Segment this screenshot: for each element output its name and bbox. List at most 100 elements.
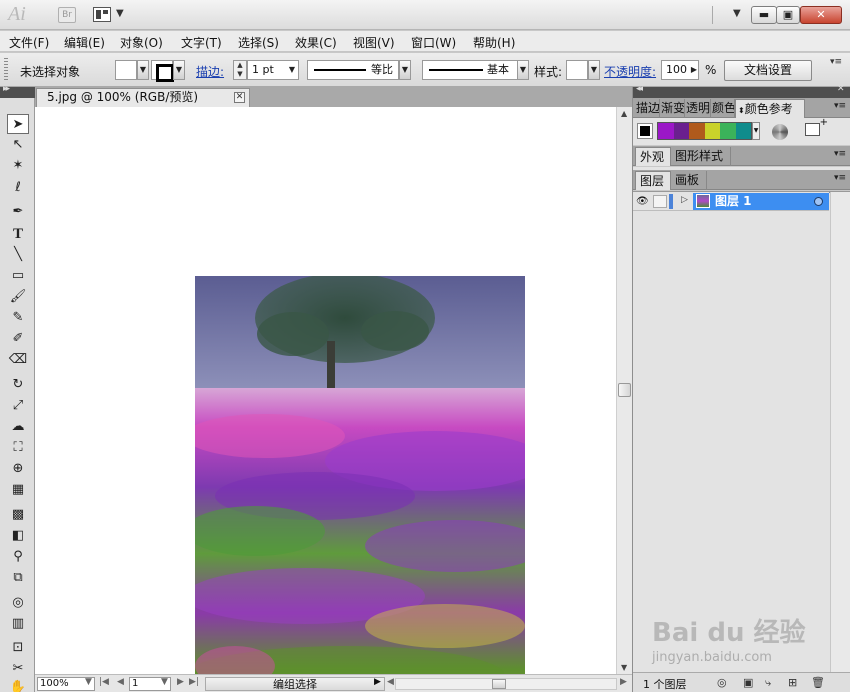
- save-color-group-icon[interactable]: [805, 117, 828, 136]
- tab-layers[interactable]: 图层: [635, 171, 671, 190]
- panel-menu-icon[interactable]: ▾≡: [834, 173, 846, 183]
- harmony-swatches[interactable]: [657, 122, 752, 140]
- menu-select[interactable]: 选择(S): [238, 34, 279, 51]
- minimize-button[interactable]: ▬: [751, 6, 777, 24]
- next-artboard-icon[interactable]: ▶: [177, 677, 184, 687]
- tab-artboards[interactable]: 画板: [671, 171, 707, 190]
- menu-view[interactable]: 视图(V): [353, 34, 395, 51]
- arrange-documents-icon[interactable]: [93, 7, 111, 22]
- panel-menu-icon[interactable]: ▾≡: [834, 101, 846, 111]
- menu-object[interactable]: 对象(O): [120, 34, 163, 51]
- locate-object-icon[interactable]: ◎: [717, 676, 727, 689]
- swatch[interactable]: [704, 123, 720, 139]
- delete-layer-icon[interactable]: 🗑: [811, 676, 825, 689]
- graphic-style-swatch[interactable]: [566, 60, 588, 80]
- menu-window[interactable]: 窗口(W): [411, 34, 456, 51]
- close-panel-icon[interactable]: ✕: [837, 84, 844, 94]
- tab-stroke[interactable]: 描边: [635, 99, 660, 118]
- gradient-tool-icon[interactable]: ◧: [7, 526, 29, 546]
- variable-width-profile[interactable]: 等比: [307, 60, 399, 80]
- scroll-right-icon[interactable]: ▶: [620, 677, 627, 687]
- layer-name[interactable]: 图层 1: [715, 194, 752, 209]
- menu-file[interactable]: 文件(F): [9, 34, 49, 51]
- symbol-sprayer-tool-icon[interactable]: ◎: [7, 593, 29, 613]
- free-transform-tool-icon[interactable]: ⛶: [7, 438, 29, 458]
- document-tab[interactable]: 5.jpg @ 100% (RGB/预览) ✕: [36, 88, 250, 107]
- scale-tool-icon[interactable]: ⤢: [7, 396, 29, 416]
- canvas-area[interactable]: [35, 107, 616, 692]
- graphic-style-dropdown[interactable]: ▼: [588, 60, 600, 80]
- last-artboard-icon[interactable]: ▶|: [189, 677, 199, 687]
- opacity-label-link[interactable]: 不透明度:: [604, 63, 656, 80]
- tab-appearance[interactable]: 外观: [635, 147, 671, 166]
- target-circle-icon[interactable]: [814, 197, 823, 206]
- previous-artboard-icon[interactable]: ◀: [117, 677, 124, 687]
- horizontal-scroll-thumb[interactable]: [492, 679, 506, 689]
- harmony-dropdown[interactable]: ▼: [752, 122, 760, 140]
- direct-selection-tool-icon[interactable]: ↖: [7, 135, 29, 155]
- line-tool-icon[interactable]: ╲: [7, 245, 29, 265]
- magic-wand-tool-icon[interactable]: ✶: [7, 156, 29, 176]
- fill-dropdown[interactable]: ▼: [137, 60, 149, 80]
- stroke-weight-spinner[interactable]: ▲ ▼: [233, 60, 247, 80]
- scroll-thumb[interactable]: [618, 383, 631, 397]
- status-menu-icon[interactable]: ▶: [374, 677, 381, 687]
- artboard-dropdown-icon[interactable]: ▼: [161, 677, 168, 687]
- mesh-tool-icon[interactable]: ▩: [7, 505, 29, 525]
- eraser-tool-icon[interactable]: ⌫: [7, 350, 29, 370]
- tab-gradient[interactable]: 渐变: [660, 99, 685, 118]
- status-text[interactable]: 编组选择: [205, 677, 385, 691]
- tab-color-guide[interactable]: ⬍颜色参考: [735, 99, 805, 118]
- bridge-button[interactable]: Br: [58, 7, 76, 23]
- paintbrush-tool-icon[interactable]: 🖌: [7, 287, 29, 307]
- panel-menu-icon[interactable]: ▾≡: [834, 149, 846, 159]
- swatch[interactable]: [673, 123, 689, 139]
- blob-brush-tool-icon[interactable]: ✐: [7, 329, 29, 349]
- artboard-tool-icon[interactable]: ⊡: [7, 638, 29, 658]
- base-color-swatch[interactable]: [637, 123, 653, 139]
- visibility-eye-icon[interactable]: 👁: [636, 196, 649, 207]
- expand-triangle-icon[interactable]: ▷: [681, 195, 688, 205]
- horizontal-scrollbar[interactable]: [395, 678, 617, 690]
- new-layer-icon[interactable]: ⊞: [788, 676, 797, 689]
- tools-collapse-bar[interactable]: ▸▸: [0, 84, 35, 98]
- chevron-down-icon[interactable]: ▼: [116, 8, 124, 19]
- stroke-dropdown[interactable]: ▼: [173, 60, 185, 80]
- profile-dropdown[interactable]: ▼: [399, 60, 411, 80]
- maximize-button[interactable]: ▣: [776, 6, 800, 24]
- swatch[interactable]: [689, 123, 705, 139]
- tab-color[interactable]: 颜色: [711, 99, 735, 118]
- slice-tool-icon[interactable]: ✂: [7, 659, 29, 679]
- brush-definition[interactable]: 基本: [422, 60, 518, 80]
- lasso-tool-icon[interactable]: ℓ: [7, 178, 29, 198]
- swatch[interactable]: [720, 123, 736, 139]
- selection-tool-icon[interactable]: ➤: [7, 114, 29, 134]
- scroll-down-icon[interactable]: ▼: [621, 663, 627, 672]
- swatch[interactable]: [735, 123, 751, 139]
- color-wheel-icon[interactable]: [772, 124, 788, 140]
- scroll-left-icon[interactable]: ◀: [387, 677, 394, 687]
- lock-toggle[interactable]: [653, 195, 667, 208]
- stroke-label-link[interactable]: 描边:: [196, 63, 224, 80]
- scroll-up-icon[interactable]: ▲: [621, 109, 627, 118]
- column-graph-tool-icon[interactable]: ▥: [7, 614, 29, 634]
- shape-builder-tool-icon[interactable]: ⊕: [7, 459, 29, 479]
- swatch[interactable]: [658, 123, 674, 139]
- workspace-dropdown-icon[interactable]: ▼: [733, 8, 741, 19]
- tab-transparency[interactable]: 透明: [685, 99, 711, 118]
- eyedropper-tool-icon[interactable]: ⚲: [7, 547, 29, 567]
- tab-graphic-styles[interactable]: 图形样式: [671, 147, 731, 166]
- blend-tool-icon[interactable]: ⧉: [7, 568, 29, 588]
- layer-selected-area[interactable]: 图层 1: [693, 193, 829, 210]
- brush-dropdown[interactable]: ▼: [517, 60, 529, 80]
- clipping-mask-icon[interactable]: ▣: [743, 676, 753, 689]
- layer-row[interactable]: 👁 ▷ 图层 1: [633, 192, 836, 211]
- fill-swatch[interactable]: [115, 60, 137, 80]
- type-tool-icon[interactable]: T: [7, 224, 29, 244]
- collapse-icon[interactable]: ◂◂: [636, 84, 643, 94]
- panel-collapse-bar[interactable]: ◂◂ ✕: [633, 84, 850, 98]
- new-sublayer-icon[interactable]: ⤷: [765, 676, 771, 690]
- menu-help[interactable]: 帮助(H): [473, 34, 515, 51]
- zoom-dropdown-icon[interactable]: ▼: [85, 677, 92, 687]
- close-button[interactable]: ✕: [800, 6, 842, 24]
